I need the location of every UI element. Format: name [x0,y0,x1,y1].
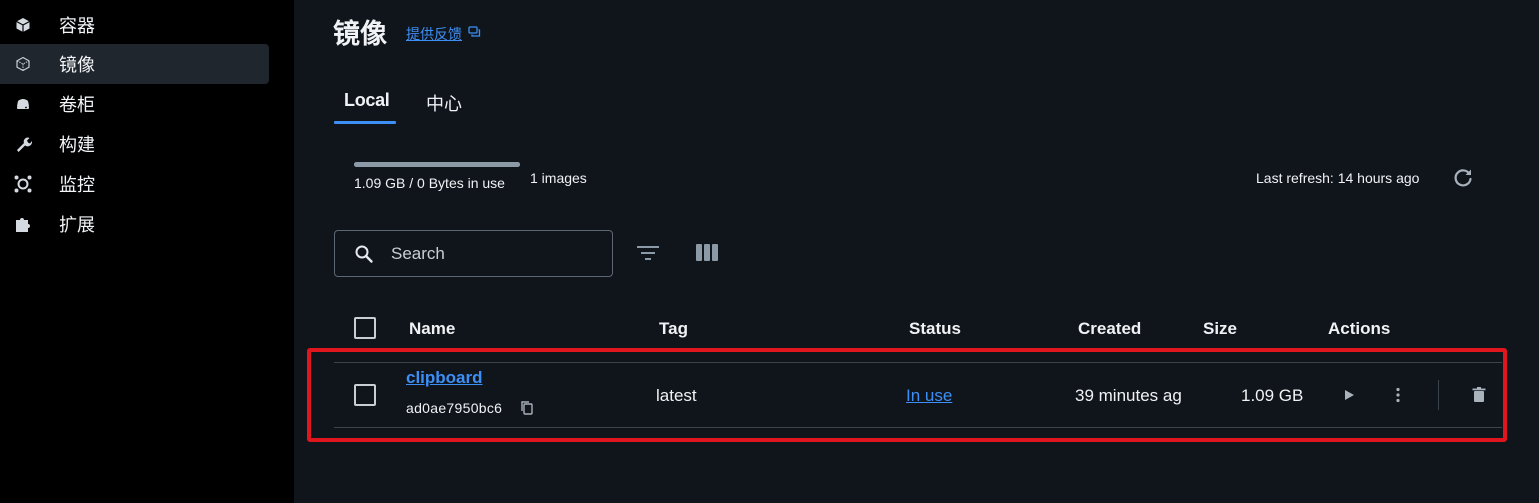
feedback-link[interactable]: 提供反馈 [406,24,481,44]
sidebar-item-label: 扩展 [59,215,95,236]
chat-icon [468,26,481,42]
run-button[interactable] [1339,385,1359,405]
search-field[interactable] [334,230,613,277]
volume-icon [14,95,32,113]
disk-usage-text: 1.09 GB / 0 Bytes in use [354,175,505,191]
sidebar-item-containers[interactable]: 容器 [0,5,269,45]
image-id: ad0ae7950bc6 [406,400,503,416]
copy-icon[interactable] [520,400,534,416]
sidebar-item-volumes[interactable]: 卷柜 [0,84,269,124]
image-count: 1 images [530,170,587,186]
disk-usage-fill [354,162,520,167]
column-header-created[interactable]: Created [1078,319,1141,339]
app-window: 容器 镜像 卷柜 构建 监控 扩展 镜像 提供反馈 Local 中心 1.09 … [0,0,1539,503]
actions-divider [1438,380,1439,410]
column-header-size[interactable]: Size [1203,319,1237,339]
sidebar-item-monitor[interactable]: 监控 [0,164,269,204]
search-input[interactable] [391,242,601,266]
page-title: 镜像 [333,19,387,50]
column-header-status[interactable]: Status [909,319,961,339]
sidebar-item-extensions[interactable]: 扩展 [0,204,269,244]
filter-icon [635,246,661,269]
tab-label: Local [344,90,390,110]
trash-icon [1472,387,1486,402]
last-refresh-text: Last refresh: 14 hours ago [1256,170,1420,186]
sidebar-item-label: 监控 [59,175,95,196]
main-content: 镜像 提供反馈 Local 中心 1.09 GB / 0 Bytes in us… [294,0,1539,503]
column-header-actions: Actions [1328,319,1391,338]
play-icon [1345,390,1354,400]
sidebar-item-label: 卷柜 [59,95,95,116]
image-name-link[interactable]: clipboard [406,368,483,388]
more-vert-icon [1396,387,1400,403]
table-divider [334,427,1502,428]
delete-button[interactable] [1469,385,1489,405]
more-actions-button[interactable] [1388,385,1408,405]
feedback-label: 提供反馈 [406,27,462,43]
refresh-button[interactable] [1451,166,1475,190]
puzzle-icon [14,215,32,233]
sidebar-item-builds[interactable]: 构建 [0,124,269,164]
table-divider [334,362,1502,363]
sidebar-item-label: 容器 [59,16,95,37]
columns-button[interactable] [694,241,720,265]
sidebar-item-images[interactable]: 镜像 [0,44,269,84]
image-tag: latest [656,386,697,405]
image-icon [14,55,32,73]
sidebar-item-label: 构建 [59,135,95,156]
column-header-name[interactable]: Name [409,319,455,339]
sidebar: 容器 镜像 卷柜 构建 监控 扩展 [0,0,294,503]
tab-local[interactable]: Local [334,90,396,124]
monitor-icon [14,175,32,193]
sidebar-item-label: 镜像 [59,55,95,76]
image-status-link[interactable]: In use [906,386,952,406]
row-checkbox[interactable] [354,384,376,406]
refresh-icon [1451,169,1475,194]
image-created: 39 minutes ag [1075,386,1182,405]
filter-button[interactable] [635,241,661,265]
column-header-tag[interactable]: Tag [659,319,688,339]
tab-label: 中心 [426,94,462,115]
wrench-icon [14,135,32,153]
select-all-checkbox[interactable] [354,317,376,339]
columns-icon [694,244,720,269]
image-size: 1.09 GB [1241,386,1304,405]
search-icon [354,244,374,264]
tab-hub[interactable]: 中心 [416,90,472,124]
container-icon [14,16,32,34]
disk-usage-bar [354,162,520,167]
